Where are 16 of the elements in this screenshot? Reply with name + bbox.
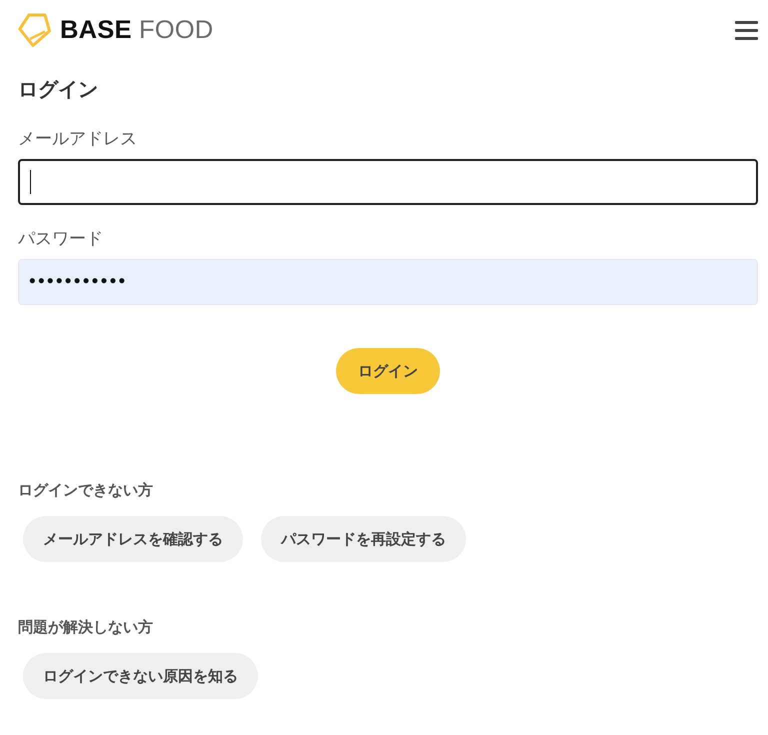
pentagon-logo-icon: [18, 13, 51, 47]
menu-icon[interactable]: [735, 20, 758, 40]
brand-logo-text[interactable]: BASE FOOD: [60, 14, 214, 46]
page-title: ログイン: [18, 78, 98, 103]
text-cursor-icon: [30, 170, 31, 194]
masked-password-text: •••••••••••: [29, 270, 128, 294]
section-heading: 問題が解決しない方: [18, 618, 153, 638]
help-button[interactable]: メールアドレスを確認する: [23, 516, 243, 562]
help-button[interactable]: パスワードを再設定する: [261, 516, 466, 562]
email-field[interactable]: [18, 159, 758, 205]
section-heading: ログインできない方: [18, 481, 153, 501]
help-button[interactable]: ログインできない原因を知る: [23, 653, 258, 699]
login-button[interactable]: ログイン: [336, 348, 440, 394]
password-field[interactable]: •••••••••••: [18, 259, 758, 305]
field-label: メールアドレス: [18, 128, 137, 150]
field-label: パスワード: [18, 228, 103, 250]
